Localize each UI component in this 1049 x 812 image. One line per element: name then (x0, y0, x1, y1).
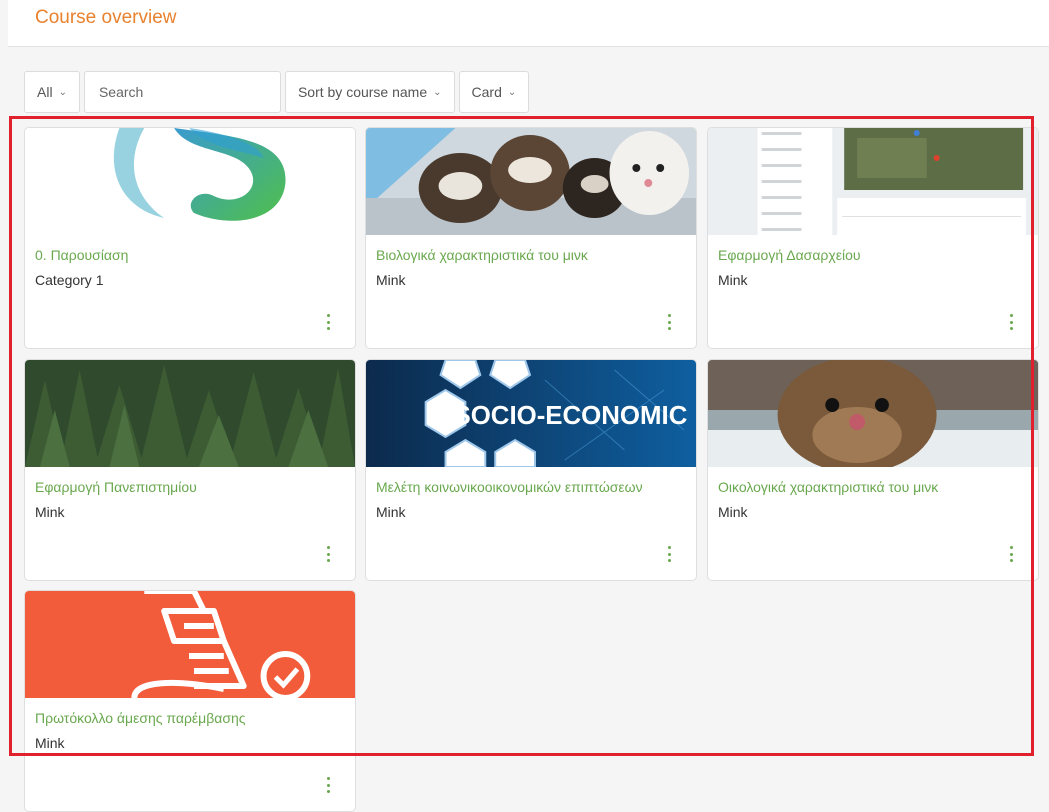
view-dropdown[interactable]: Card ⌄ (458, 71, 530, 113)
page-header: Course overview (8, 0, 1049, 47)
sort-label: Sort by course name (297, 84, 428, 100)
course-image[interactable] (366, 128, 696, 235)
course-card[interactable]: Εφαρμογή Πανεπιστημίου Mink (24, 359, 356, 581)
course-menu-icon[interactable] (666, 546, 672, 562)
course-category: Mink (718, 272, 748, 288)
course-controls: All ⌄ Sort by course name ⌄ Card ⌄ (24, 71, 530, 113)
chevron-down-icon: ⌄ (433, 86, 442, 98)
socio-economic-image-text: SOCIO-ECONOMIC (453, 402, 687, 430)
course-card[interactable]: Εφαρμογή Δασαρχείου Mink (707, 127, 1039, 349)
course-menu-icon[interactable] (666, 314, 672, 330)
course-category: Mink (376, 272, 406, 288)
course-card[interactable]: Βιολογικά χαρακτηριστικά του μινκ Mink (365, 127, 697, 349)
course-card[interactable]: Οικολογικά χαρακτηριστικά του μινκ Mink (707, 359, 1039, 581)
course-menu-icon[interactable] (1008, 314, 1014, 330)
search-input[interactable] (96, 83, 268, 101)
filter-label: All (37, 84, 53, 100)
search-field[interactable] (83, 71, 281, 113)
course-title[interactable]: 0. Παρουσίαση (35, 247, 128, 263)
chevron-down-icon: ⌄ (58, 86, 67, 98)
sort-dropdown[interactable]: Sort by course name ⌄ (284, 71, 455, 113)
course-image[interactable]: SOCIO-ECONOMIC (366, 360, 696, 467)
course-title[interactable]: Εφαρμογή Πανεπιστημίου (35, 479, 197, 495)
course-title[interactable]: Εφαρμογή Δασαρχείου (718, 247, 861, 263)
course-menu-icon[interactable] (325, 546, 331, 562)
course-image[interactable] (25, 128, 355, 235)
course-menu-icon[interactable] (1008, 546, 1014, 562)
course-category: Mink (376, 504, 406, 520)
course-menu-icon[interactable] (325, 314, 331, 330)
course-card[interactable]: SOCIO-ECONOMIC Μελέτη κοινωνικοοικονομικ… (365, 359, 697, 581)
course-category: Category 1 (35, 272, 104, 288)
course-category: Mink (35, 504, 65, 520)
course-title[interactable]: Μελέτη κοινωνικοοικονομικών επιπτώσεων (376, 479, 643, 495)
course-card[interactable]: Πρωτόκολλο άμεσης παρέμβασης Mink (24, 590, 356, 812)
course-title[interactable]: Βιολογικά χαρακτηριστικά του μινκ (376, 247, 588, 263)
course-category: Mink (35, 735, 65, 751)
page-title: Course overview (35, 7, 177, 28)
course-image[interactable] (708, 360, 1038, 467)
course-image[interactable] (708, 128, 1038, 235)
course-image[interactable] (25, 591, 355, 698)
filter-dropdown[interactable]: All ⌄ (24, 71, 80, 113)
course-image[interactable] (25, 360, 355, 467)
course-title[interactable]: Πρωτόκολλο άμεσης παρέμβασης (35, 710, 246, 726)
view-label: Card (471, 84, 502, 100)
course-category: Mink (718, 504, 748, 520)
course-card[interactable]: 0. Παρουσίαση Category 1 (24, 127, 356, 349)
course-menu-icon[interactable] (325, 777, 331, 793)
chevron-down-icon: ⌄ (507, 86, 517, 98)
course-title[interactable]: Οικολογικά χαρακτηριστικά του μινκ (718, 479, 938, 495)
